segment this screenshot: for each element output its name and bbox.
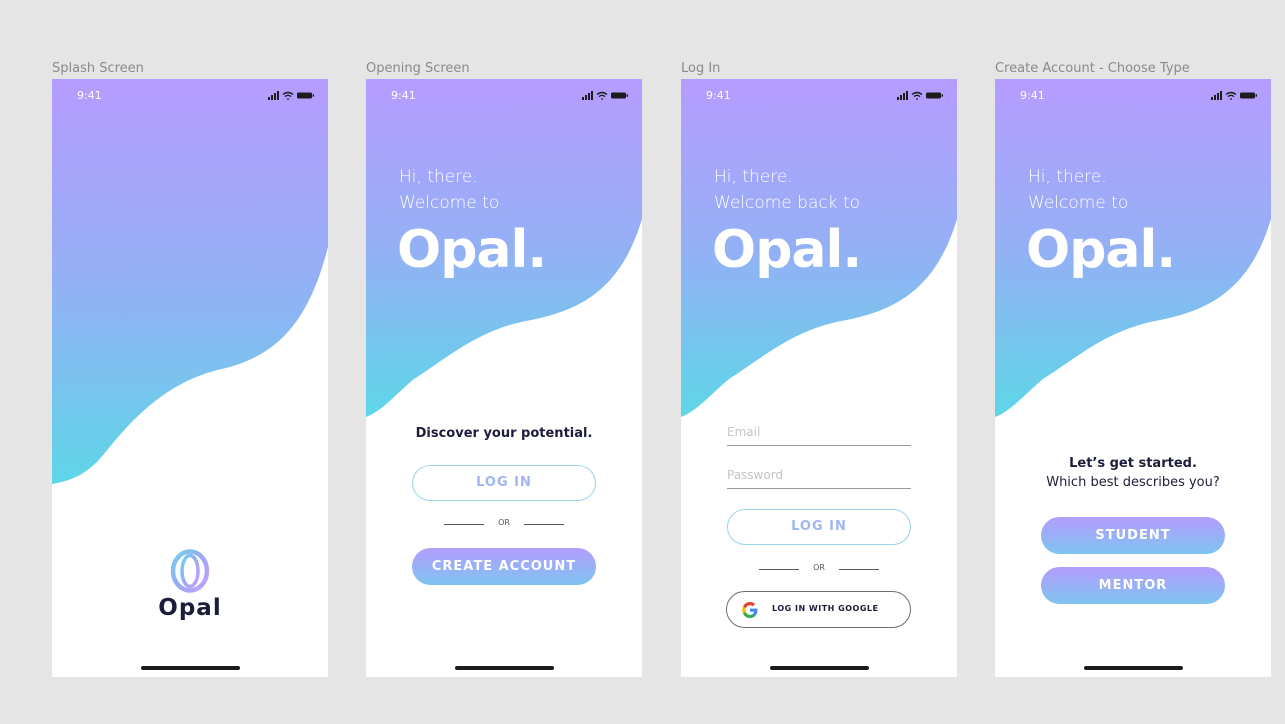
battery-icon	[926, 92, 943, 99]
greeting-line-2: Welcome to	[399, 193, 500, 213]
frame-label-login: Log In	[681, 61, 721, 76]
greeting-line-1: Hi, there.	[399, 167, 478, 187]
google-g-icon	[742, 602, 758, 618]
greeting-line-2: Welcome back to	[714, 193, 861, 213]
status-time: 9:41	[391, 89, 416, 102]
frame-label-opening: Opening Screen	[366, 61, 470, 76]
choose-type-screen: 9:41 Hi, there. Welcome to Opal. Let’s g…	[995, 79, 1271, 677]
wifi-icon	[282, 91, 294, 100]
status-icons	[897, 91, 943, 100]
greeting-line-1: Hi, there.	[1028, 167, 1107, 187]
tagline: Discover your potential.	[415, 426, 593, 441]
wifi-icon	[911, 91, 923, 100]
greeting: Hi, there. Welcome to	[1028, 164, 1128, 216]
wifi-icon	[596, 91, 608, 100]
email-input[interactable]	[727, 425, 911, 439]
greeting-line-2: Welcome to	[1028, 193, 1129, 213]
create-account-button[interactable]: CREATE ACCOUNT	[412, 548, 596, 585]
battery-icon	[297, 92, 314, 99]
battery-icon	[611, 92, 628, 99]
or-divider: OR	[681, 563, 957, 575]
login-screen: 9:41 Hi, there. Welcome back to Opal. LO…	[681, 79, 957, 677]
signal-icon	[1211, 91, 1222, 100]
student-button[interactable]: STUDENT	[1041, 517, 1225, 554]
email-field[interactable]	[727, 423, 911, 446]
home-indicator	[455, 666, 554, 670]
wifi-icon	[1225, 91, 1237, 100]
divider-line-right	[839, 569, 879, 570]
splash-brand-name: Opal	[158, 595, 222, 621]
home-indicator	[141, 666, 240, 670]
status-icons	[1211, 91, 1257, 100]
or-label: OR	[498, 518, 510, 527]
frame-label-choose-type: Create Account - Choose Type	[995, 61, 1190, 76]
brand-title: Opal.	[1026, 220, 1176, 280]
status-time: 9:41	[706, 89, 731, 102]
divider-line-left	[759, 569, 799, 570]
login-button[interactable]: LOG IN	[727, 509, 911, 545]
home-indicator	[1084, 666, 1183, 670]
get-started-heading: Let’s get started.	[1069, 456, 1197, 471]
login-button[interactable]: LOG IN	[412, 465, 596, 501]
or-label: OR	[813, 563, 825, 572]
status-time: 9:41	[1020, 89, 1045, 102]
divider-line-left	[444, 524, 484, 525]
signal-icon	[268, 91, 279, 100]
greeting: Hi, there. Welcome to	[399, 164, 499, 216]
password-field[interactable]	[727, 466, 911, 489]
status-time: 9:41	[77, 89, 102, 102]
status-icons	[582, 91, 628, 100]
google-login-label: LOG IN WITH GOOGLE	[772, 604, 879, 613]
battery-icon	[1240, 92, 1257, 99]
home-indicator	[770, 666, 869, 670]
describe-subheading: Which best describes you?	[1046, 475, 1220, 490]
frame-label-splash: Splash Screen	[52, 61, 144, 76]
splash-screen: 9:41 Opal	[52, 79, 328, 677]
signal-icon	[897, 91, 908, 100]
greeting: Hi, there. Welcome back to	[714, 164, 860, 216]
or-divider: OR	[366, 518, 642, 530]
greeting-line-1: Hi, there.	[714, 167, 793, 187]
brand-title: Opal.	[712, 220, 862, 280]
mentor-button[interactable]: MENTOR	[1041, 567, 1225, 604]
password-input[interactable]	[727, 468, 911, 482]
brand-title: Opal.	[397, 220, 547, 280]
divider-line-right	[524, 524, 564, 525]
opening-screen: 9:41 Hi, there. Welcome to Opal. Discove…	[366, 79, 642, 677]
google-login-button[interactable]: LOG IN WITH GOOGLE	[726, 591, 911, 628]
signal-icon	[582, 91, 593, 100]
opal-logo-icon	[170, 549, 210, 593]
status-icons	[268, 91, 314, 100]
